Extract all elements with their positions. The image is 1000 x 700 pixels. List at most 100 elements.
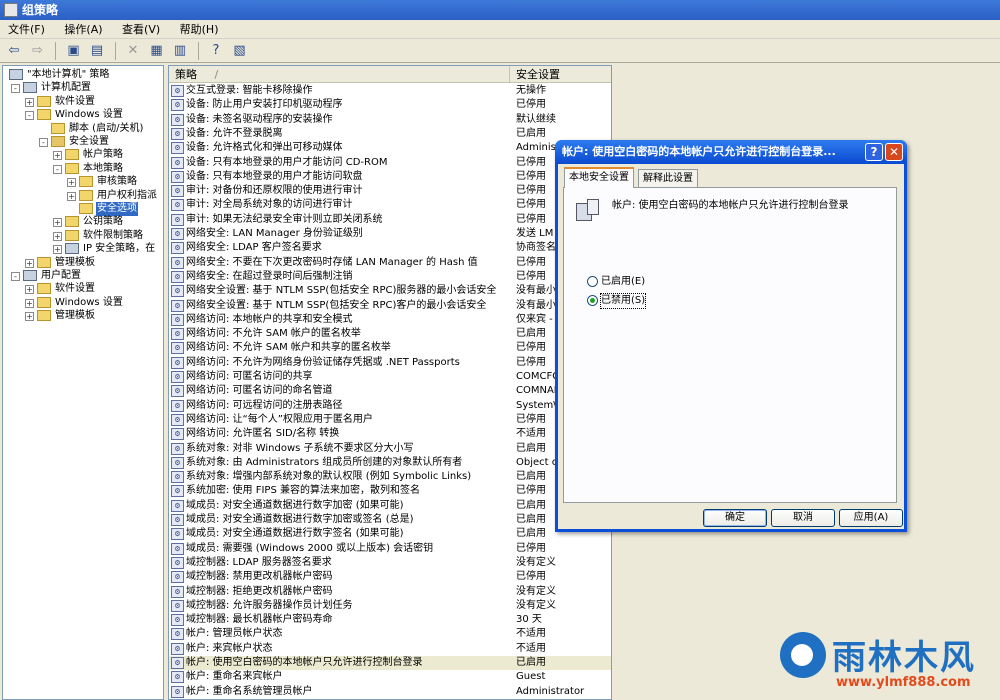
collapse-icon[interactable]: - xyxy=(25,111,34,121)
tree-node[interactable]: - Windows 设置 xyxy=(3,108,163,122)
policy-row[interactable]: ⚙ 域控制器: 禁用更改机器帐户密码 已停用 xyxy=(169,570,611,584)
show-tree-icon[interactable]: ▤ xyxy=(87,41,107,61)
close-button[interactable]: ✕ xyxy=(885,143,903,161)
policy-row[interactable]: ⚙ 系统对象: 对非 Windows 子系统不要求区分大小写 已启用 xyxy=(169,442,611,456)
export-list-icon[interactable]: ▥ xyxy=(170,41,190,61)
policy-row[interactable]: ⚙ 网络访问: 不允许为网络身份验证储存凭据或 .NET Passports 已停用 xyxy=(169,356,611,370)
disabled-radio-circle[interactable] xyxy=(587,295,598,306)
policy-list[interactable]: 策略 / 安全设置 ⚙ 交互式登录: 智能卡移除操作 无操作 ⚙ 设备: 防止用户安装打… xyxy=(168,65,612,700)
policy-row[interactable]: ⚙ 域控制器: 允许服务器操作员计划任务 没有定义 xyxy=(169,599,611,613)
policy-row[interactable]: ⚙ 帐户: 管理员帐户状态 不适用 xyxy=(169,627,611,641)
tree-node[interactable]: 脚本 (启动/关机) xyxy=(3,122,163,136)
policy-row[interactable]: ⚙ 域控制器: 拒绝更改机器帐户密码 没有定义 xyxy=(169,585,611,599)
up-folder-icon[interactable]: ▣ xyxy=(64,41,84,61)
ok-button[interactable]: 确定 xyxy=(703,509,767,527)
tree-node[interactable]: + 软件设置 xyxy=(3,95,163,109)
collapse-icon[interactable]: - xyxy=(53,164,62,174)
policy-row[interactable]: ⚙ 系统对象: 增强内部系统对象的默认权限 (例如 Symbolic Links)… xyxy=(169,470,611,484)
cancel-button[interactable]: 取消 xyxy=(771,509,835,527)
policy-row[interactable]: ⚙ 网络访问: 可匿名访问的共享 COMCFG,D xyxy=(169,370,611,384)
expand-icon[interactable]: + xyxy=(25,285,34,295)
collapse-icon[interactable]: - xyxy=(39,138,48,147)
collapse-icon[interactable]: - xyxy=(11,272,20,281)
expand-icon[interactable]: + xyxy=(53,231,62,241)
policy-row[interactable]: ⚙ 审计: 对备份和还原权限的使用进行审计 已停用 xyxy=(169,184,611,198)
policy-row[interactable]: ⚙ 设备: 只有本地登录的用户才能访问软盘 已停用 xyxy=(169,170,611,184)
policy-row[interactable]: ⚙ 网络访问: 可远程访问的注册表路径 System\C xyxy=(169,399,611,413)
tree-node[interactable]: + 公钥策略 xyxy=(3,215,163,229)
tree-node[interactable]: - 计算机配置 xyxy=(3,81,163,95)
policy-row[interactable]: ⚙ 设备: 允许不登录脱离 已启用 xyxy=(169,127,611,141)
collapse-icon[interactable]: - xyxy=(11,84,20,94)
expand-icon[interactable]: + xyxy=(25,298,34,308)
policy-row[interactable]: ⚙ 网络安全设置: 基于 NTLM SSP(包括安全 RPC)服务器的最小会话安全… xyxy=(169,284,611,298)
tab-explain[interactable]: 解释此设置 xyxy=(638,169,698,187)
tab-local-security-setting[interactable]: 本地安全设置 xyxy=(564,167,634,188)
tree-node[interactable]: + 用户权利指派 xyxy=(3,189,163,203)
tree-node[interactable]: + 软件限制策略 xyxy=(3,229,163,243)
menu-file[interactable]: 文件(F) xyxy=(0,20,53,39)
tree-node[interactable]: - 本地策略 xyxy=(3,162,163,176)
policy-row[interactable]: ⚙ 网络访问: 允许匿名 SID/名称 转换 不适用 xyxy=(169,427,611,441)
policy-row[interactable]: ⚙ 域成员: 对安全通道数据进行数字签名 (如果可能) 已启用 xyxy=(169,527,611,541)
policy-row[interactable]: ⚙ 审计: 对全局系统对象的访问进行审计 已停用 xyxy=(169,198,611,212)
policy-row[interactable]: ⚙ 设备: 未签名驱动程序的安装操作 默认继续 xyxy=(169,113,611,127)
help-button[interactable]: ? xyxy=(865,143,883,161)
tree-node[interactable]: + 帐户策略 xyxy=(3,148,163,162)
expand-icon[interactable]: + xyxy=(67,191,76,201)
policy-row[interactable]: ⚙ 设备: 允许格式化和弹出可移动媒体 Administ xyxy=(169,141,611,155)
delete-icon[interactable]: ✕ xyxy=(123,41,143,61)
apply-button[interactable]: 应用(A) xyxy=(839,509,903,527)
policy-row[interactable]: ⚙ 网络安全设置: 基于 NTLM SSP(包括安全 RPC)客户的最小会话安全没… xyxy=(169,299,611,313)
policy-row[interactable]: ⚙ 网络访问: 不允许 SAM 帐户的匿名枚举 已启用 xyxy=(169,327,611,341)
policy-row[interactable]: ⚙ 网络安全: LDAP 客户签名要求 协商签名 xyxy=(169,241,611,255)
expand-icon[interactable]: + xyxy=(67,178,76,188)
enabled-radio-circle[interactable] xyxy=(587,276,598,287)
menu-help[interactable]: 帮助(H) xyxy=(172,20,227,39)
tree-node[interactable]: + IP 安全策略，在 xyxy=(3,242,163,256)
policy-row[interactable]: ⚙ 网络访问: 可匿名访问的命名管道 COMNAP,C xyxy=(169,384,611,398)
tree-node[interactable]: + 软件设置 xyxy=(3,282,163,296)
column-header-policy[interactable]: 策略 / xyxy=(169,66,510,83)
policy-row[interactable]: ⚙ 交互式登录: 智能卡移除操作 无操作 xyxy=(169,84,611,98)
policy-row[interactable]: ⚙ 系统对象: 由 Administrators 组成员所创建的对象默认所有者 Ob… xyxy=(169,456,611,470)
expand-icon[interactable]: + xyxy=(53,218,62,228)
column-header-setting[interactable]: 安全设置 xyxy=(510,66,611,83)
tree-node[interactable]: + 管理模板 xyxy=(3,309,163,323)
policy-row[interactable]: ⚙ 网络安全: LAN Manager 身份验证级别 发送 LM xyxy=(169,227,611,241)
policy-row[interactable]: ⚙ 设备: 防止用户安装打印机驱动程序 已停用 xyxy=(169,98,611,112)
tree-node[interactable]: "本地计算机" 策略 xyxy=(3,68,163,82)
policy-row[interactable]: ⚙ 帐户: 重命名系统管理员帐户 Administrator xyxy=(169,685,611,699)
menu-view[interactable]: 查看(V) xyxy=(114,20,168,39)
tree-node[interactable]: 安全选项 xyxy=(3,202,163,216)
policy-row[interactable]: ⚙ 审计: 如果无法纪录安全审计则立即关闭系统 已停用 xyxy=(169,213,611,227)
console-icon[interactable]: ▧ xyxy=(230,41,250,61)
back-icon[interactable]: ⇦ xyxy=(4,41,24,61)
policy-row[interactable]: ⚙ 设备: 只有本地登录的用户才能访问 CD-ROM 已停用 xyxy=(169,156,611,170)
expand-icon[interactable]: + xyxy=(25,312,34,322)
tree-node[interactable]: + 管理模板 xyxy=(3,256,163,270)
policy-row[interactable]: ⚙ 帐户: 来宾帐户状态 不适用 xyxy=(169,642,611,656)
policy-row[interactable]: ⚙ 域成员: 对安全通道数据进行数字加密或签名 (总是) 已启用 xyxy=(169,513,611,527)
properties-icon[interactable]: ▦ xyxy=(147,41,167,61)
console-tree[interactable]: "本地计算机" 策略 - 计算机配置 + 软件设置 - Windows 设置 脚本 (启动/关… xyxy=(2,65,164,700)
tree-node[interactable]: + Windows 设置 xyxy=(3,296,163,310)
policy-row[interactable]: ⚙ 系统加密: 使用 FIPS 兼容的算法来加密，散列和签名 已停用 xyxy=(169,484,611,498)
policy-row[interactable]: ⚙ 域成员: 需要强 (Windows 2000 或以上版本) 会话密钥 已停用 xyxy=(169,542,611,556)
policy-row[interactable]: ⚙ 网络访问: 不允许 SAM 帐户和共享的匿名枚举 已停用 xyxy=(169,341,611,355)
policy-row[interactable]: ⚙ 域控制器: 最长机器帐户密码寿命 30 天 xyxy=(169,613,611,627)
forward-icon[interactable]: ⇨ xyxy=(28,41,48,61)
expand-icon[interactable]: + xyxy=(53,151,62,161)
policy-row[interactable]: ⚙ 网络安全: 在超过登录时间后强制注销 已停用 xyxy=(169,270,611,284)
expand-icon[interactable]: + xyxy=(53,245,62,255)
expand-icon[interactable]: + xyxy=(25,97,34,107)
policy-row[interactable]: ⚙ 域控制器: LDAP 服务器签名要求 没有定义 xyxy=(169,556,611,570)
tree-node[interactable]: + 审核策略 xyxy=(3,175,163,189)
policy-row[interactable]: ⚙ 帐户: 重命名来宾帐户 Guest xyxy=(169,670,611,684)
policy-row[interactable]: ⚙ 域成员: 对安全通道数据进行数字加密 (如果可能) 已启用 xyxy=(169,499,611,513)
expand-icon[interactable]: + xyxy=(25,258,34,268)
policy-row[interactable]: ⚙ 网络安全: 不要在下次更改密码时存储 LAN Manager 的 Hash 值… xyxy=(169,256,611,270)
tree-node[interactable]: - 用户配置 xyxy=(3,269,163,283)
policy-row[interactable]: ⚙ 网络访问: 本地帐户的共享和安全模式 仅来宾 - xyxy=(169,313,611,327)
policy-row[interactable]: ⚙ 帐户: 使用空白密码的本地帐户只允许进行控制台登录 已启用 xyxy=(169,656,611,671)
